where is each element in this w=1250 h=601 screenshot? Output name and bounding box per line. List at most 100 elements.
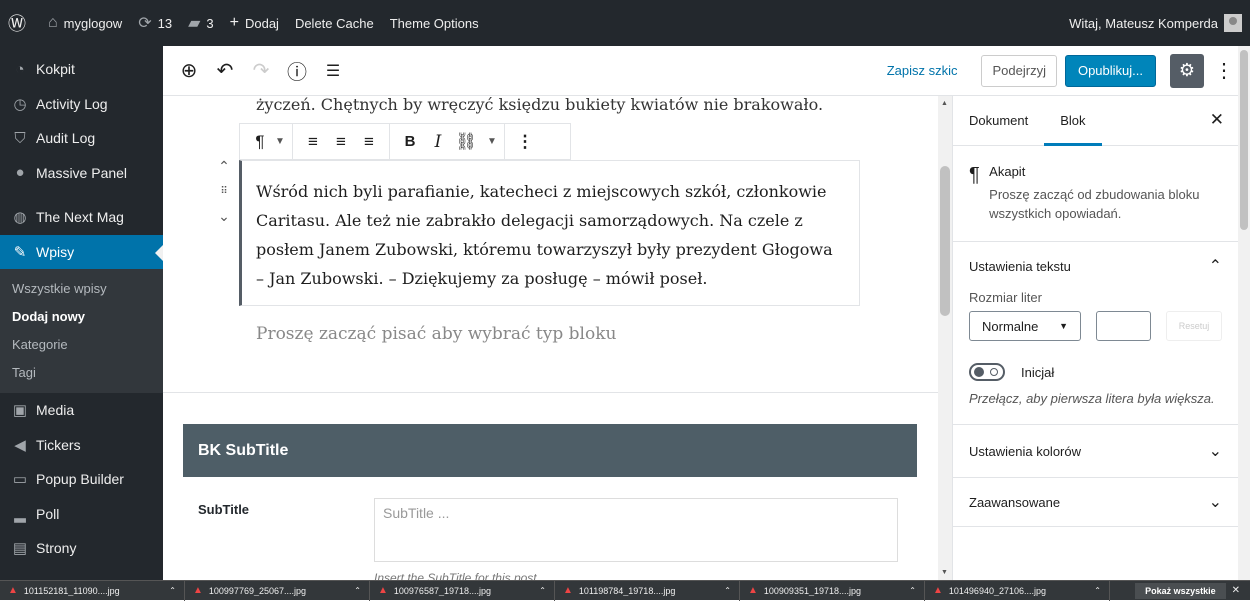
sidebar-item-label: Poll — [36, 505, 60, 522]
sidebar-item-poll[interactable]: ▂ Poll — [0, 497, 163, 532]
sidebar-item-massive-panel[interactable]: ● Massive Panel — [0, 156, 163, 191]
submenu-tags[interactable]: Tagi — [0, 359, 163, 387]
close-icon[interactable]: ✕ — [1232, 585, 1240, 596]
site-name-link[interactable]: ⌂ myglogow — [40, 0, 130, 46]
download-item[interactable]: ▲ 100909351_19718....jpg ⌃ — [740, 580, 925, 601]
move-down-icon[interactable]: ⌄ — [215, 204, 233, 229]
list-icon: ☰ — [325, 62, 341, 80]
wordpress-icon: Ⓦ — [8, 14, 26, 34]
publish-button[interactable]: Opublikuj... — [1064, 54, 1156, 87]
sidebar-item-audit-log[interactable]: ⛉ Audit Log — [0, 121, 163, 156]
download-name: 100909351_19718....jpg — [763, 585, 861, 596]
wordpress-logo[interactable]: Ⓦ — [0, 0, 40, 46]
sidebar-item-wpisy[interactable]: ✎ Wpisy — [0, 234, 163, 269]
redo-button[interactable]: ↷ — [243, 53, 279, 89]
chevron-down-icon[interactable]: ▼ — [274, 136, 286, 147]
align-center-icon[interactable]: ≡ — [327, 132, 355, 152]
italic-icon[interactable]: I — [424, 132, 452, 152]
scrollbar-thumb[interactable] — [1240, 50, 1248, 230]
gear-icon: ⚙ — [1178, 60, 1196, 80]
default-block-appender[interactable]: Proszę zacząć pisać aby wybrać typ bloku — [256, 324, 616, 344]
close-icon[interactable]: ✕ — [1210, 110, 1224, 130]
save-draft-button[interactable]: Zapisz szkic — [887, 63, 958, 78]
settings-button[interactable]: ⚙ — [1170, 53, 1204, 88]
custom-font-size-input[interactable] — [1096, 311, 1151, 341]
sidebar-item-activity-log[interactable]: ◷ Activity Log — [0, 87, 163, 122]
chevron-up-icon[interactable]: ⌃ — [539, 586, 546, 595]
editor-scrollbar[interactable]: ▲ ▼ — [938, 96, 952, 580]
advanced-panel: Zaawansowane ⌄ — [953, 478, 1238, 527]
align-right-icon[interactable]: ≡ — [355, 132, 383, 152]
sidebar-item-kokpit[interactable]: ◔ Kokpit — [0, 52, 163, 87]
download-item[interactable]: ▲ 101496940_27106....jpg ⌃ — [925, 580, 1110, 601]
account-menu[interactable]: Witaj, Mateusz Komperda — [1061, 0, 1250, 46]
redo-icon: ↷ — [252, 60, 270, 82]
chevron-down-icon: ⌄ — [1208, 494, 1222, 511]
add-block-button[interactable]: ⊕ — [171, 53, 207, 89]
scroll-up-icon[interactable]: ▲ — [941, 100, 948, 107]
move-up-icon[interactable]: ⌃ — [215, 154, 233, 179]
kebab-icon[interactable]: ⋮ — [511, 132, 539, 152]
sidebar-item-strony[interactable]: ▤ Strony — [0, 531, 163, 566]
align-left-icon[interactable]: ≡ — [299, 132, 327, 152]
download-name: 100997769_25067....jpg — [208, 585, 306, 596]
info-icon: ⓘ — [287, 62, 307, 84]
chevron-up-icon[interactable]: ⌃ — [1094, 586, 1101, 595]
delete-cache-link[interactable]: Delete Cache — [287, 0, 382, 46]
paragraph-block[interactable]: Wśród nich byli parafianie, katecheci z … — [239, 160, 860, 306]
more-menu-button[interactable]: ⋮ — [1214, 58, 1234, 83]
sidebar-item-tickers[interactable]: ◀ Tickers — [0, 428, 163, 463]
comments-link[interactable]: ▰ 3 — [180, 0, 222, 46]
page-scrollbar[interactable] — [1238, 46, 1250, 580]
text-settings-toggle[interactable]: Ustawienia tekstu ⌃ — [953, 242, 1238, 290]
bold-icon[interactable]: B — [396, 133, 424, 150]
color-settings-toggle[interactable]: Ustawienia kolorów ⌄ — [953, 425, 1238, 477]
theme-options-link[interactable]: Theme Options — [382, 0, 487, 46]
outline-button[interactable]: ☰ — [315, 53, 351, 89]
sidebar-item-media[interactable]: ▣ Media — [0, 393, 163, 428]
chevron-up-icon[interactable]: ⌃ — [354, 586, 361, 595]
previous-paragraph[interactable]: życzeń. Chętnych by wręczyć księdzu buki… — [256, 96, 823, 119]
greeting: Witaj, Mateusz Komperda — [1069, 15, 1218, 31]
download-item[interactable]: ▲ 100976587_19718....jpg ⌃ — [370, 580, 555, 601]
submenu-all-posts[interactable]: Wszystkie wpisy — [0, 275, 163, 303]
updates-link[interactable]: ⟳ 13 — [130, 0, 180, 46]
drop-cap-help: Przełącz, aby pierwsza litera była więks… — [969, 391, 1215, 406]
link-icon[interactable]: ⛓ — [452, 132, 480, 152]
tab-block[interactable]: Blok — [1044, 96, 1102, 146]
drop-cap-toggle[interactable] — [969, 363, 1005, 381]
show-all-downloads-button[interactable]: Pokaż wszystkie — [1135, 582, 1226, 599]
font-size-label: Rozmiar liter — [969, 290, 1042, 305]
add-new-link[interactable]: + Dodaj — [222, 0, 287, 46]
file-icon: ▲ — [933, 585, 943, 596]
sidebar-item-popup-builder[interactable]: ▭ Popup Builder — [0, 462, 163, 497]
submenu-add-new[interactable]: Dodaj nowy — [0, 303, 163, 331]
tab-document[interactable]: Dokument — [953, 96, 1044, 146]
reset-button[interactable]: Resetuj — [1166, 311, 1222, 341]
scroll-down-icon[interactable]: ▼ — [941, 569, 948, 576]
chevron-down-icon[interactable]: ▼ — [486, 136, 498, 147]
advanced-toggle[interactable]: Zaawansowane ⌄ — [953, 478, 1238, 526]
chevron-up-icon[interactable]: ⌃ — [169, 586, 176, 595]
sidebar-item-the-next-mag[interactable]: ◍ The Next Mag — [0, 200, 163, 235]
scrollbar-thumb[interactable] — [940, 166, 950, 316]
preview-button[interactable]: Podejrzyj — [981, 54, 1057, 87]
sidebar-item-label: Strony — [36, 540, 77, 557]
chevron-up-icon[interactable]: ⌃ — [724, 586, 731, 595]
download-item[interactable]: ▲ 100997769_25067....jpg ⌃ — [185, 580, 370, 601]
chevron-up-icon[interactable]: ⌃ — [909, 586, 916, 595]
plus-circle-icon: ⊕ — [180, 60, 198, 82]
font-size-select[interactable]: Normalne ▼ — [969, 311, 1081, 341]
paragraph-icon[interactable]: ¶ — [246, 132, 274, 152]
download-name: 101152181_11090....jpg — [23, 585, 120, 596]
download-item[interactable]: ▲ 101152181_11090....jpg ⌃ — [0, 580, 185, 601]
drag-handle-icon[interactable]: ⠿ — [215, 179, 233, 204]
undo-button[interactable]: ↶ — [207, 53, 243, 89]
subtitle-input[interactable]: SubTitle ... — [374, 498, 898, 562]
metabox-header[interactable]: BK SubTitle — [183, 424, 917, 477]
info-button[interactable]: ⓘ — [279, 53, 315, 89]
admin-bar: Ⓦ ⌂ myglogow ⟳ 13 ▰ 3 + Dodaj Delete Cache T… — [0, 0, 1250, 46]
download-item[interactable]: ▲ 101198784_19718....jpg ⌃ — [555, 580, 740, 601]
sidebar-item-label: Activity Log — [36, 95, 108, 112]
submenu-categories[interactable]: Kategorie — [0, 331, 163, 359]
